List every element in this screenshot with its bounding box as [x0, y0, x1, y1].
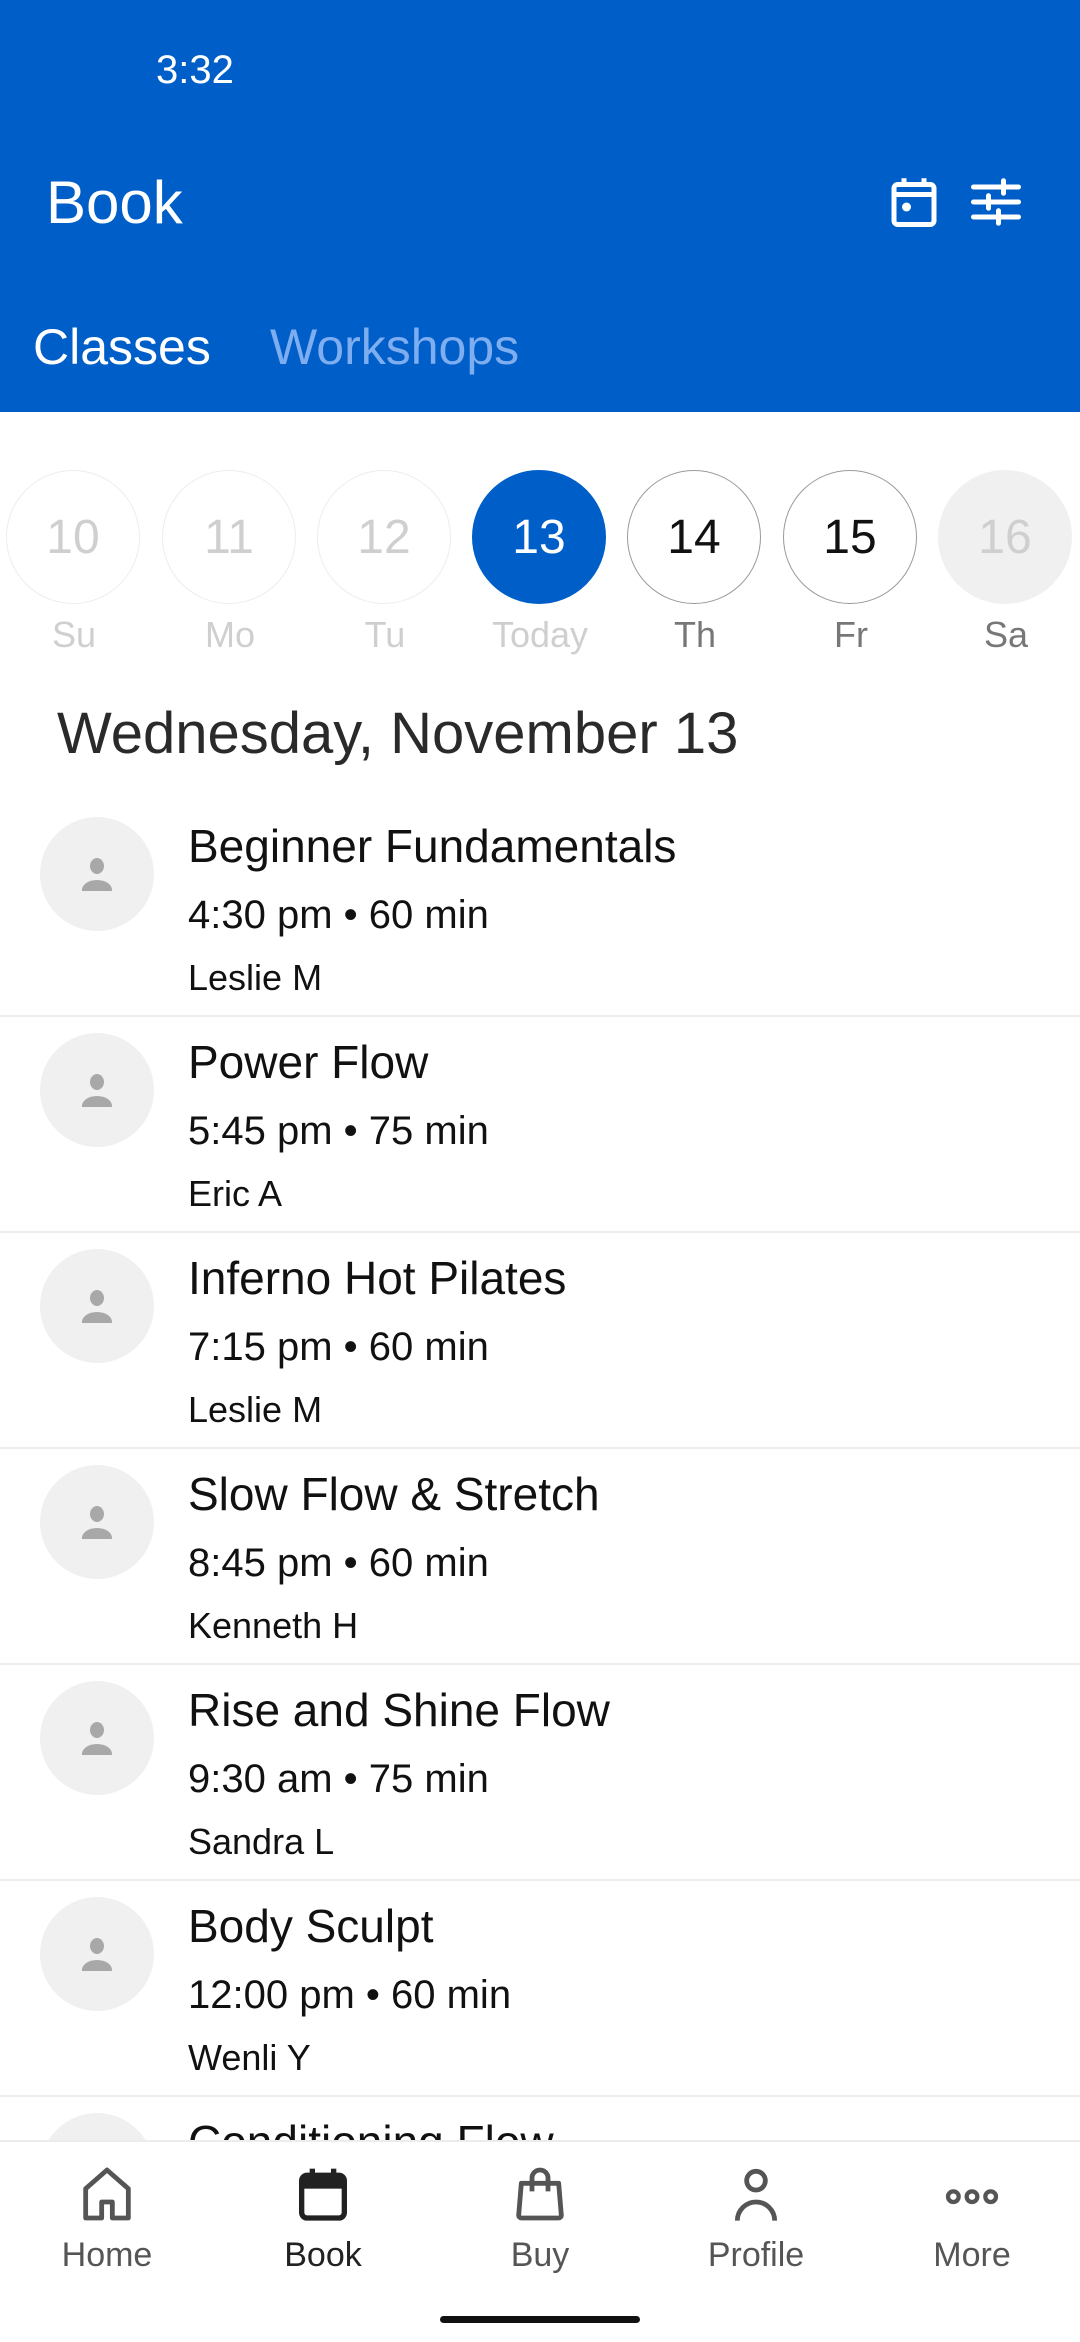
bottom-nav: Home Book Buy Profile More [0, 2140, 1080, 2342]
person-placeholder-icon [82, 858, 112, 891]
class-name: Inferno Hot Pilates [188, 1252, 567, 1304]
app-header: 3:32 Book Classes Workshops [0, 0, 1080, 412]
date-number: 11 [162, 470, 296, 604]
nav-label: Book [284, 2236, 362, 2274]
class-row[interactable]: Slow Flow & Stretch 8:45 pm • 60 min Kenne… [0, 1449, 1080, 1665]
class-time: 12:00 pm • 60 min [188, 1973, 512, 2017]
class-row[interactable]: Inferno Hot Pilates 7:15 pm • 60 min Lesli… [0, 1233, 1080, 1449]
nav-label: Buy [510, 2236, 570, 2274]
class-instructor: Eric A [188, 1173, 283, 1214]
nav-profile[interactable]: Profile [656, 2162, 856, 2275]
class-time: 8:45 pm • 60 min [188, 1541, 489, 1585]
avatar [40, 1681, 154, 1795]
calendar-icon[interactable] [884, 172, 944, 232]
nav-home[interactable]: Home [7, 2162, 207, 2275]
date-12[interactable]: 12 Tu [317, 470, 453, 656]
date-number: 10 [6, 470, 140, 604]
page-title: Book [46, 169, 183, 236]
class-row[interactable]: Power Flow 5:45 pm • 75 min Eric A [0, 1017, 1080, 1233]
date-label: Th [673, 614, 716, 655]
class-name: Body Sculpt [188, 1900, 434, 1952]
tab-classes[interactable]: Classes [33, 318, 211, 376]
more-dots-icon [945, 2189, 999, 2205]
date-11[interactable]: 11 Mo [162, 470, 298, 656]
date-label: Su [51, 614, 97, 655]
person-placeholder-icon [82, 1506, 112, 1539]
date-15[interactable]: 15 Fr [783, 470, 919, 656]
class-name: Slow Flow & Stretch [188, 1468, 600, 1520]
person-placeholder-icon [82, 1722, 112, 1755]
date-label: Today [491, 614, 589, 655]
date-number: 16 [938, 470, 1072, 604]
home-icon [83, 2167, 131, 2221]
date-13-today[interactable]: 13 Today [472, 470, 608, 656]
class-name: Power Flow [188, 1036, 429, 1088]
person-icon [734, 2168, 778, 2221]
date-strip: 10 Su 11 Mo 12 Tu 13 Today 14 Th 15 Fr 16 Sa [0, 470, 1080, 670]
date-label: Sa [983, 614, 1029, 655]
class-row[interactable]: Rise and Shine Flow 9:30 am • 75 min Sandr… [0, 1665, 1080, 1881]
class-row[interactable]: Body Sculpt 12:00 pm • 60 min Wenli Y [0, 1881, 1080, 2097]
avatar [40, 1897, 154, 2011]
date-label: Mo [204, 614, 255, 655]
person-placeholder-icon [82, 1290, 112, 1323]
date-14[interactable]: 14 Th [627, 470, 763, 656]
home-indicator[interactable] [440, 2316, 640, 2323]
date-number: 15 [783, 470, 917, 604]
avatar [40, 1465, 154, 1579]
class-name: Beginner Fundamentals [188, 820, 677, 872]
class-name: Rise and Shine Flow [188, 1684, 610, 1736]
person-placeholder-icon [82, 1938, 112, 1971]
date-number: 14 [627, 470, 761, 604]
filter-sliders-icon[interactable] [966, 172, 1026, 232]
class-time: 4:30 pm • 60 min [188, 893, 489, 937]
nav-book[interactable]: Book [223, 2162, 423, 2275]
class-instructor: Leslie M [188, 957, 323, 998]
avatar [40, 1033, 154, 1147]
status-time: 3:32 [156, 48, 234, 92]
person-placeholder-icon [82, 1074, 112, 1107]
class-instructor: Wenli Y [188, 2037, 311, 2078]
shopping-bag-icon [516, 2167, 564, 2221]
date-number: 13 [472, 470, 606, 604]
class-time: 7:15 pm • 60 min [188, 1325, 489, 1369]
avatar [40, 1249, 154, 1363]
class-time: 9:30 am • 75 min [188, 1757, 489, 1801]
class-instructor: Sandra L [188, 1821, 335, 1862]
nav-more[interactable]: More [872, 2162, 1072, 2275]
day-heading: Wednesday, November 13 [57, 701, 739, 766]
date-10[interactable]: 10 Su [6, 470, 142, 656]
calendar-icon [299, 2168, 347, 2221]
class-instructor: Kenneth H [188, 1605, 359, 1646]
avatar [40, 817, 154, 931]
class-instructor: Leslie M [188, 1389, 323, 1430]
class-list: Beginner Fundamentals 4:30 pm • 60 min Les… [0, 801, 1080, 2313]
date-label: Fr [834, 614, 868, 655]
date-number: 12 [317, 470, 451, 604]
nav-label: Home [61, 2236, 153, 2274]
tab-workshops[interactable]: Workshops [270, 318, 519, 376]
date-label: Tu [364, 614, 406, 655]
date-16[interactable]: 16 Sa [938, 470, 1074, 656]
nav-label: More [933, 2236, 1011, 2274]
nav-label: Profile [707, 2236, 805, 2274]
nav-buy[interactable]: Buy [440, 2162, 640, 2275]
class-time: 5:45 pm • 75 min [188, 1109, 489, 1153]
class-row[interactable]: Beginner Fundamentals 4:30 pm • 60 min Les… [0, 801, 1080, 1017]
